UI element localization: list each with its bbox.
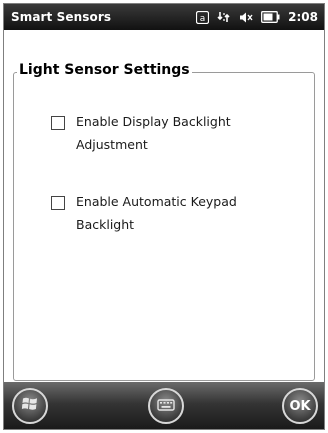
keypad-backlight-checkbox[interactable] [51,196,65,210]
app-title: Smart Sensors [11,10,112,24]
keyboard-icon [157,397,175,416]
keypad-backlight-label[interactable]: Enable Automatic Keypad Backlight [76,190,266,236]
start-button[interactable] [12,388,48,424]
keypad-backlight-option[interactable]: Enable Automatic Keypad Backlight [51,193,266,236]
keyboard-button[interactable] [148,388,184,424]
connectivity-icon[interactable] [217,10,231,24]
clock[interactable]: 2:08 [288,10,318,24]
volume-muted-icon[interactable] [239,11,253,24]
display-backlight-checkbox[interactable] [51,116,65,130]
status-icons: a 2:08 [196,8,318,26]
svg-text:a: a [200,14,206,24]
windows-start-icon [21,395,39,417]
device-screen: Smart Sensors a 2:08 Light Sensor Settin… [3,3,325,430]
notification-icon[interactable]: a [196,10,210,24]
display-backlight-option[interactable]: Enable Display Backlight Adjustment [51,113,266,156]
softkey-bar: OK [4,382,324,429]
display-backlight-label[interactable]: Enable Display Backlight Adjustment [76,110,266,156]
battery-icon[interactable] [261,11,280,23]
group-title: Light Sensor Settings [17,62,192,78]
ok-button[interactable]: OK [282,388,318,424]
status-bar: Smart Sensors a 2:08 [4,4,324,30]
ok-label: OK [289,398,311,414]
settings-content: Light Sensor Settings Enable Display Bac… [4,30,324,382]
